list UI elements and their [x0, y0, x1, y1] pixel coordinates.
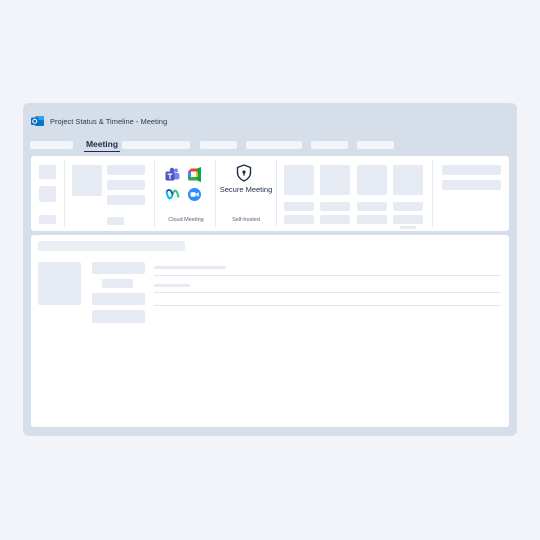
tab-placeholder[interactable] [246, 141, 302, 149]
ribbon-divider [154, 160, 155, 227]
ribbon-button-placeholder[interactable] [107, 180, 145, 190]
meeting-form [31, 235, 509, 427]
ribbon-button-placeholder[interactable] [39, 186, 56, 202]
shield-lock-icon[interactable] [236, 164, 252, 182]
field-text-placeholder [154, 284, 190, 287]
ribbon-divider [432, 160, 433, 227]
ribbon-tile-label-placeholder [320, 202, 350, 211]
ribbon-tile-placeholder[interactable] [320, 165, 350, 195]
tab-placeholder[interactable] [311, 141, 348, 149]
teams-icon[interactable] [165, 167, 180, 182]
ribbon: Cloud Meeting Secure Meeting Self-hosted [31, 156, 509, 231]
ribbon-button-placeholder[interactable] [107, 165, 145, 175]
ribbon-group-label-placeholder [107, 217, 124, 225]
field-underline[interactable] [154, 275, 501, 276]
meeting-window: Project Status & Timeline - Meeting Meet… [23, 103, 517, 436]
ribbon-tile-label-placeholder [357, 202, 387, 211]
ribbon-button-placeholder[interactable] [107, 195, 145, 205]
ribbon-tile-placeholder[interactable] [284, 165, 314, 195]
ribbon-tile-label-placeholder [400, 226, 416, 229]
field-label-placeholder[interactable] [102, 279, 133, 288]
ribbon-tile-label-placeholder [320, 215, 350, 224]
field-label-placeholder[interactable] [92, 293, 145, 305]
field-label-placeholder[interactable] [92, 310, 145, 323]
secure-meeting-button[interactable]: Secure Meeting [219, 185, 273, 194]
tab-placeholder[interactable] [200, 141, 237, 149]
subject-bar-placeholder[interactable] [38, 241, 185, 251]
ribbon-tile-label-placeholder [357, 215, 387, 224]
ribbon-button-placeholder[interactable] [39, 215, 56, 224]
ribbon-divider [64, 160, 65, 227]
tab-placeholder[interactable] [30, 141, 73, 149]
ribbon-tile-placeholder[interactable] [357, 165, 387, 195]
field-text-placeholder [154, 266, 226, 269]
cloud-meeting-label: Cloud Meeting [168, 217, 204, 223]
ribbon-button-placeholder[interactable] [39, 165, 56, 179]
outlook-icon [31, 116, 44, 126]
ribbon-button-placeholder[interactable] [442, 180, 501, 190]
ribbon-divider [215, 160, 216, 227]
zoom-icon[interactable] [187, 187, 202, 202]
self-hosted-label: Self-hosted [232, 217, 260, 223]
field-underline[interactable] [154, 292, 501, 293]
ribbon-tile-label-placeholder [393, 202, 423, 211]
ribbon-divider [276, 160, 277, 227]
window-title: Project Status & Timeline - Meeting [50, 116, 168, 126]
ribbon-tabs: Meeting [30, 139, 510, 152]
tab-placeholder[interactable] [357, 141, 394, 149]
ribbon-tile-label-placeholder [284, 202, 314, 211]
ribbon-button-placeholder[interactable] [442, 165, 501, 175]
tab-placeholder[interactable] [122, 141, 190, 149]
field-underline[interactable] [154, 305, 501, 306]
title-bar: Project Status & Timeline - Meeting [31, 114, 167, 128]
tab-meeting[interactable]: Meeting [82, 139, 122, 152]
google-meet-icon[interactable] [187, 167, 202, 182]
ribbon-large-button-placeholder[interactable] [72, 165, 102, 196]
ribbon-tile-label-placeholder [284, 215, 314, 224]
ribbon-tile-label-placeholder [393, 215, 423, 224]
send-button-placeholder[interactable] [38, 262, 81, 305]
webex-icon[interactable] [165, 187, 180, 202]
field-label-placeholder[interactable] [92, 262, 145, 274]
ribbon-tile-placeholder[interactable] [393, 165, 423, 195]
